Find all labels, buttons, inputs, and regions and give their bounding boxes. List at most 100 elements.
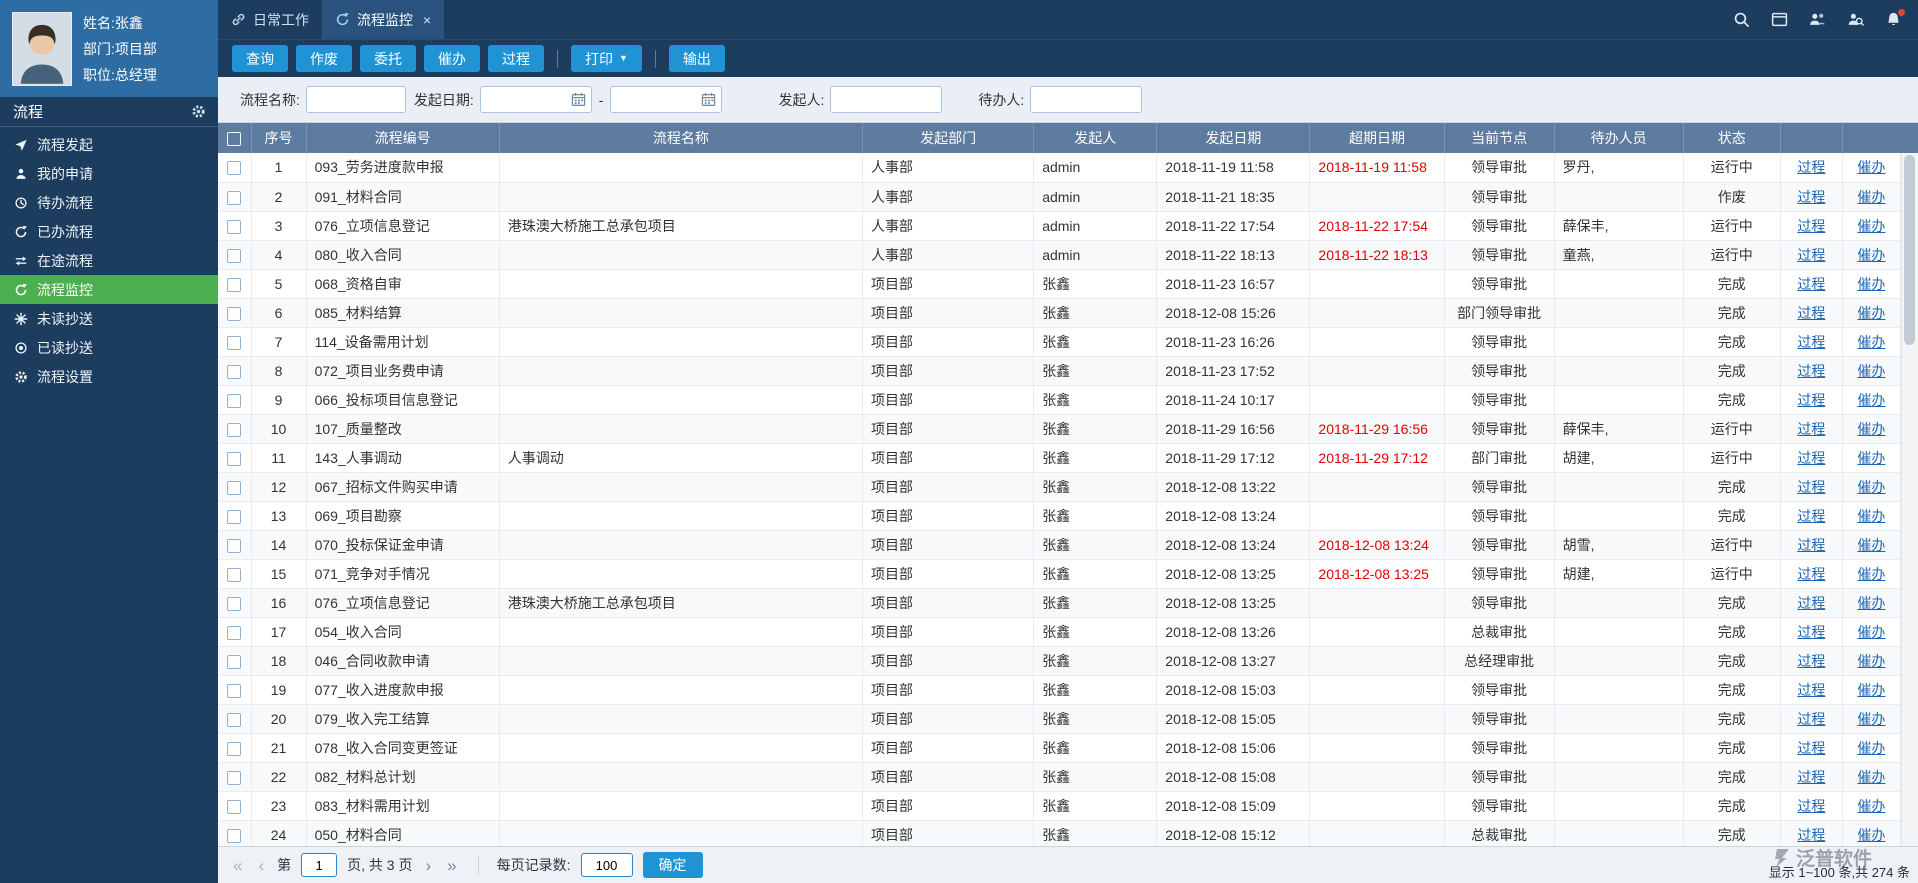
process-link[interactable]: 过程 [1797,363,1825,379]
process-link[interactable]: 过程 [1797,711,1825,727]
process-button[interactable]: 过程 [488,45,544,72]
gear-icon[interactable] [191,104,206,119]
process-link[interactable]: 过程 [1797,798,1825,814]
row-checkbox[interactable] [227,655,241,669]
process-link[interactable]: 过程 [1797,537,1825,553]
row-checkbox[interactable] [227,742,241,756]
initiator-input[interactable] [830,86,942,113]
process-link[interactable]: 过程 [1797,595,1825,611]
page-input[interactable] [301,853,337,877]
urge-link[interactable]: 催办 [1857,305,1885,321]
urge-link[interactable]: 催办 [1857,595,1885,611]
process-link[interactable]: 过程 [1797,450,1825,466]
calendar-icon[interactable] [701,92,716,107]
process-link[interactable]: 过程 [1797,159,1825,175]
row-checkbox[interactable] [227,713,241,727]
sidebar-item-unread-cc[interactable]: 未读抄送 [0,304,218,333]
row-checkbox[interactable] [227,336,241,350]
search-icon[interactable] [1733,11,1750,28]
urge-link[interactable]: 催办 [1857,827,1885,843]
urge-link[interactable]: 催办 [1857,682,1885,698]
process-link[interactable]: 过程 [1797,566,1825,582]
process-link[interactable]: 过程 [1797,740,1825,756]
urge-button[interactable]: 催办 [424,45,480,72]
row-checkbox[interactable] [227,394,241,408]
row-checkbox[interactable] [227,481,241,495]
scrollbar-thumb[interactable] [1904,155,1915,345]
row-checkbox[interactable] [227,452,241,466]
row-checkbox[interactable] [227,191,241,205]
row-checkbox[interactable] [227,161,241,175]
vertical-scrollbar[interactable] [1901,153,1918,883]
row-checkbox[interactable] [227,307,241,321]
urge-link[interactable]: 催办 [1857,798,1885,814]
urge-link[interactable]: 催办 [1857,392,1885,408]
sidebar-item-pending-processes[interactable]: 待办流程 [0,188,218,217]
print-button[interactable]: 打印 ▼ [571,45,642,72]
last-page-button[interactable]: » [444,857,459,874]
urge-link[interactable]: 催办 [1857,450,1885,466]
user-search-icon[interactable] [1847,11,1864,28]
process-link[interactable]: 过程 [1797,218,1825,234]
process-link[interactable]: 过程 [1797,421,1825,437]
urge-link[interactable]: 催办 [1857,624,1885,640]
sidebar-item-read-cc[interactable]: 已读抄送 [0,333,218,362]
row-checkbox[interactable] [227,800,241,814]
row-checkbox[interactable] [227,626,241,640]
sidebar-item-process-initiate[interactable]: 流程发起 [0,130,218,159]
urge-link[interactable]: 催办 [1857,769,1885,785]
process-link[interactable]: 过程 [1797,653,1825,669]
urge-link[interactable]: 催办 [1857,711,1885,727]
row-checkbox[interactable] [227,220,241,234]
sidebar-item-intransit-processes[interactable]: 在途流程 [0,246,218,275]
urge-link[interactable]: 催办 [1857,508,1885,524]
urge-link[interactable]: 催办 [1857,247,1885,263]
urge-link[interactable]: 催办 [1857,159,1885,175]
row-checkbox[interactable] [227,365,241,379]
process-link[interactable]: 过程 [1797,189,1825,205]
row-checkbox[interactable] [227,539,241,553]
tab-daily-work[interactable]: 日常工作 [218,0,322,39]
row-checkbox[interactable] [227,771,241,785]
output-button[interactable]: 输出 [669,45,725,72]
first-page-button[interactable]: « [230,857,245,874]
process-link[interactable]: 过程 [1797,827,1825,843]
urge-link[interactable]: 催办 [1857,189,1885,205]
next-page-button[interactable]: › [423,857,435,874]
assignee-input[interactable] [1030,86,1142,113]
prev-page-button[interactable]: ‹ [255,857,267,874]
process-link[interactable]: 过程 [1797,247,1825,263]
delegate-button[interactable]: 委托 [360,45,416,72]
sidebar-item-done-processes[interactable]: 已办流程 [0,217,218,246]
close-icon[interactable]: × [423,13,431,27]
process-link[interactable]: 过程 [1797,508,1825,524]
process-link[interactable]: 过程 [1797,276,1825,292]
tab-process-monitor[interactable]: 流程监控 × [322,0,444,39]
row-checkbox[interactable] [227,278,241,292]
row-checkbox[interactable] [227,597,241,611]
process-link[interactable]: 过程 [1797,305,1825,321]
urge-link[interactable]: 催办 [1857,363,1885,379]
process-link[interactable]: 过程 [1797,392,1825,408]
query-button[interactable]: 查询 [232,45,288,72]
notification-icon[interactable] [1885,11,1902,28]
process-link[interactable]: 过程 [1797,334,1825,350]
row-checkbox[interactable] [227,423,241,437]
urge-link[interactable]: 催办 [1857,653,1885,669]
urge-link[interactable]: 催办 [1857,334,1885,350]
sidebar-item-process-settings[interactable]: 流程设置 [0,362,218,391]
select-all-checkbox[interactable] [227,132,241,146]
users-icon[interactable] [1809,11,1826,28]
confirm-button[interactable]: 确定 [643,852,703,878]
urge-link[interactable]: 催办 [1857,479,1885,495]
urge-link[interactable]: 催办 [1857,276,1885,292]
row-checkbox[interactable] [227,829,241,843]
row-checkbox[interactable] [227,510,241,524]
urge-link[interactable]: 催办 [1857,218,1885,234]
sidebar-item-process-monitor[interactable]: 流程监控 [0,275,218,304]
row-checkbox[interactable] [227,684,241,698]
sidebar-item-my-applications[interactable]: 我的申请 [0,159,218,188]
process-name-input[interactable] [306,86,406,113]
row-checkbox[interactable] [227,568,241,582]
urge-link[interactable]: 催办 [1857,740,1885,756]
